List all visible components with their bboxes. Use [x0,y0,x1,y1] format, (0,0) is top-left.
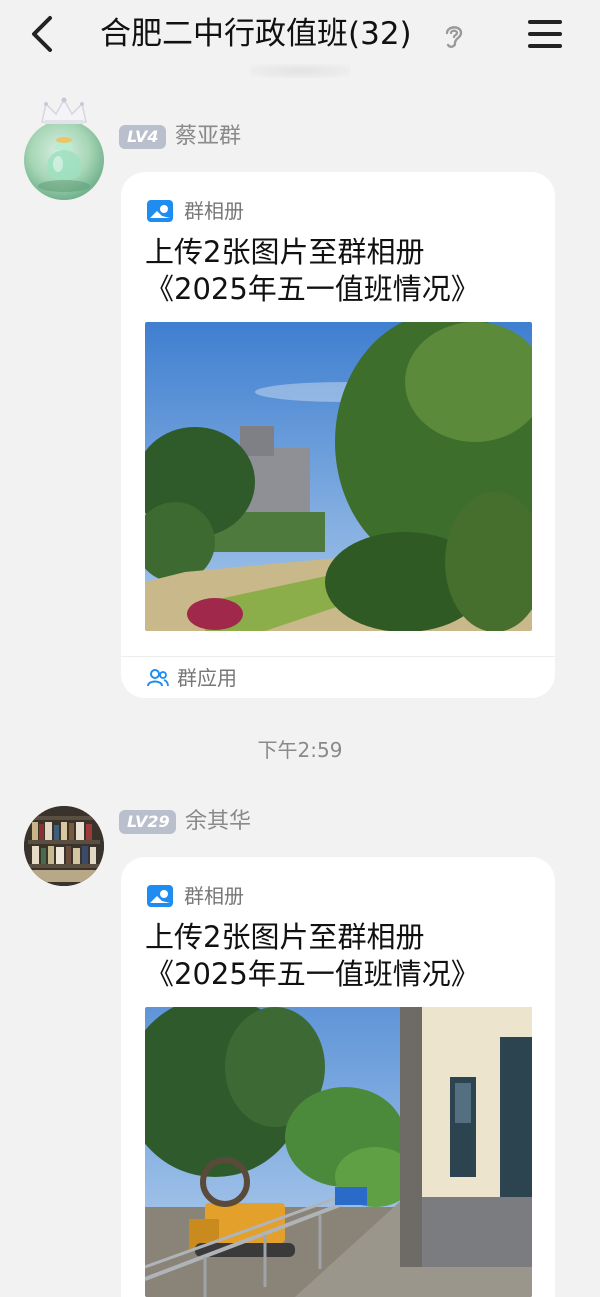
sender-name: 蔡亚群 [175,124,242,149]
card-app-name: 群相册 [184,199,244,223]
card-title-line: 《2025年五一值班情况》 [145,957,480,991]
message-timestamp: 下午2:59 [257,738,343,762]
crown-frame-icon [36,96,92,128]
card-app-name: 群相册 [184,884,244,908]
card-title-line: 上传2张图片至群相册 [145,920,425,954]
avatar[interactable] [24,120,104,200]
ear-icon [441,22,467,50]
album-icon [147,885,173,907]
album-photo[interactable] [145,1007,532,1297]
card-title-line: 上传2张图片至群相册 [145,235,425,269]
avatar[interactable] [24,806,104,886]
level-badge: LV29 [119,810,176,834]
header-shadow [250,64,350,78]
menu-button[interactable] [526,16,564,52]
sender-name: 余其华 [185,809,252,834]
album-photo[interactable] [145,322,532,631]
card-footer[interactable]: 群应用 [121,656,555,698]
chevron-left-icon [32,16,52,52]
chat-title: 合肥二中行政值班(32) [100,16,412,52]
album-card[interactable]: 群相册 上传2张图片至群相册 《2025年五一值班情况》 [121,172,555,698]
album-icon [147,200,173,222]
card-title: 上传2张图片至群相册 《2025年五一值班情况》 [145,234,545,308]
album-card[interactable]: 群相册 上传2张图片至群相册 《2025年五一值班情况》 [121,857,555,1297]
group-apps-icon [147,669,169,687]
level-badge: LV4 [119,125,166,149]
card-footer-label: 群应用 [177,666,237,690]
back-button[interactable] [26,14,62,54]
top-bar: 合肥二中行政值班(32) [0,0,600,78]
card-title: 上传2张图片至群相册 《2025年五一值班情况》 [145,919,545,993]
menu-icon [528,20,562,48]
card-title-line: 《2025年五一值班情况》 [145,272,480,306]
